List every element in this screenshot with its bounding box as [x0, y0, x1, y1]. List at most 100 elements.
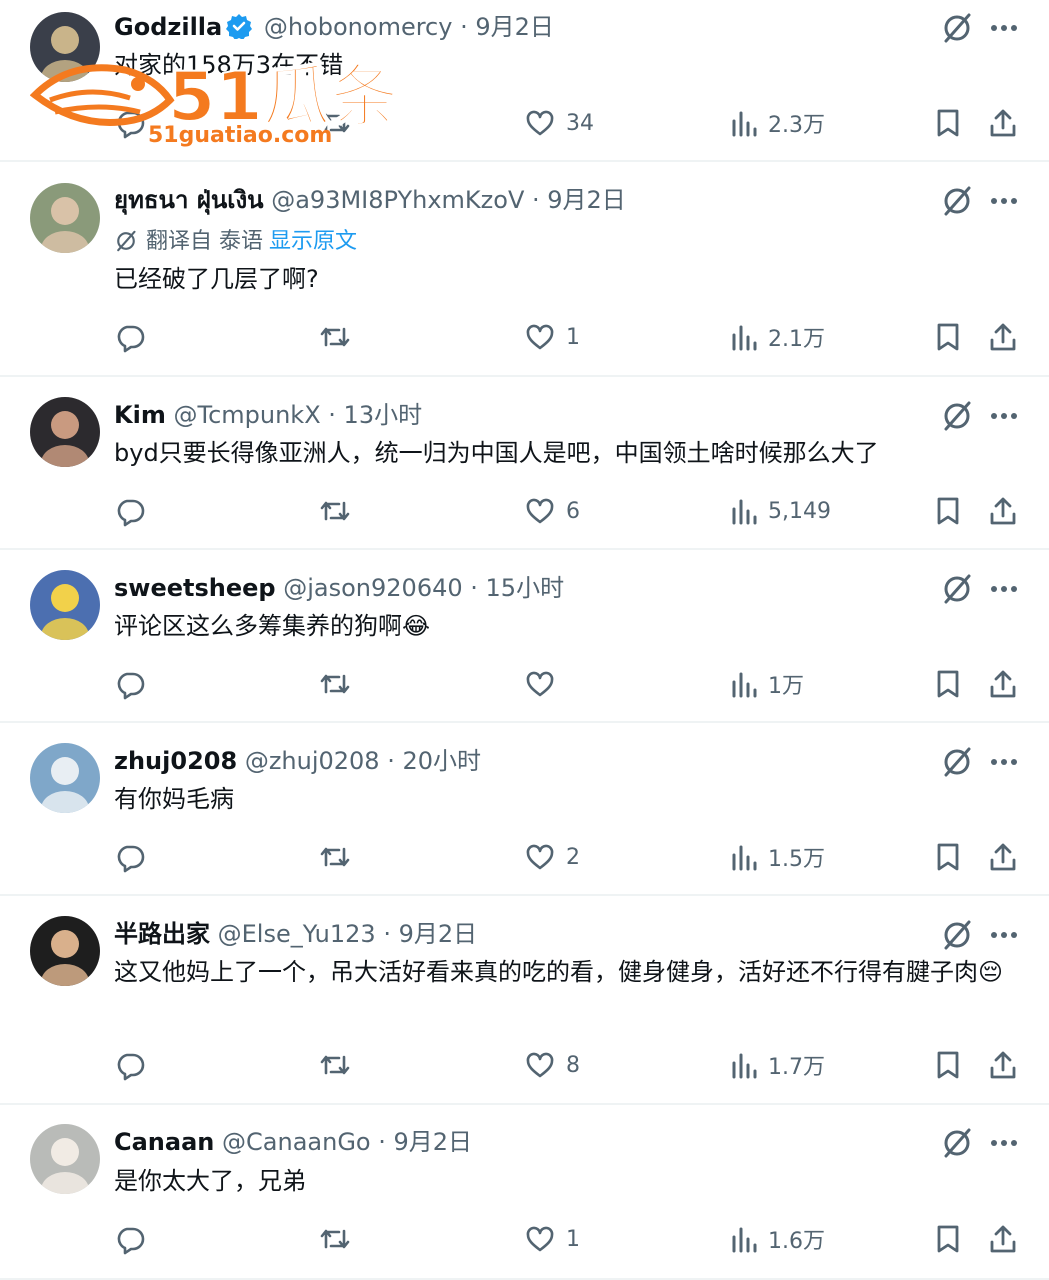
bookmark-button[interactable]: [933, 1045, 963, 1085]
reply-button[interactable]: [114, 103, 156, 143]
bookmark-button[interactable]: [933, 837, 963, 877]
more-icon[interactable]: [988, 572, 1020, 606]
reply-button[interactable]: [114, 837, 156, 877]
share-icon: [990, 323, 1016, 351]
views-button[interactable]: 2.1万: [730, 317, 825, 357]
display-name[interactable]: 半路出家: [114, 920, 210, 948]
avatar[interactable]: [30, 743, 100, 813]
timestamp[interactable]: 9月2日: [394, 1128, 473, 1156]
display-name[interactable]: sweetsheep: [114, 574, 276, 602]
avatar[interactable]: [30, 1124, 100, 1194]
user-handle[interactable]: @a93MI8PYhxmKzoV: [271, 186, 524, 214]
timestamp[interactable]: 9月2日: [475, 13, 554, 41]
display-name[interactable]: Canaan: [114, 1128, 214, 1156]
share-button[interactable]: [987, 664, 1019, 704]
reply-button[interactable]: [114, 491, 156, 531]
tweet[interactable]: Canaan @CanaanGo · 9月2日 是你太大了，兄弟 1 1.6万: [0, 1105, 1049, 1280]
retweet-button[interactable]: [318, 103, 362, 143]
bookmark-button[interactable]: [933, 1219, 963, 1259]
share-button[interactable]: [987, 491, 1019, 531]
tweet[interactable]: zhuj0208 @zhuj0208 · 20小时 有你妈毛病 2 1.5万: [0, 723, 1049, 896]
bookmark-button[interactable]: [933, 664, 963, 704]
views-button[interactable]: 5,149: [730, 491, 831, 531]
like-button[interactable]: 34: [524, 103, 594, 143]
views-button[interactable]: 1.6万: [730, 1219, 825, 1259]
tweet[interactable]: 半路出家 @Else_Yu123 · 9月2日 这又他妈上了一个，吊大活好看来真…: [0, 896, 1049, 1105]
views-button[interactable]: 1.7万: [730, 1045, 825, 1085]
like-button[interactable]: [524, 664, 566, 704]
tweet[interactable]: ยุทธนา ฝุ่นเงิน @a93MI8PYhxmKzoV · 9月2日 …: [0, 162, 1049, 377]
timestamp[interactable]: 9月2日: [547, 186, 626, 214]
more-icon[interactable]: [988, 399, 1020, 433]
retweet-button[interactable]: [318, 837, 362, 877]
show-original-link[interactable]: 显示原文: [269, 229, 357, 254]
timestamp[interactable]: 9月2日: [399, 920, 478, 948]
share-button[interactable]: [987, 837, 1019, 877]
bookmark-button[interactable]: [933, 317, 963, 357]
bookmark-button[interactable]: [933, 103, 963, 143]
grok-icon[interactable]: [940, 572, 974, 606]
timestamp[interactable]: 13小时: [344, 401, 423, 429]
retweet-button[interactable]: [318, 1219, 362, 1259]
tweet[interactable]: sweetsheep @jason920640 · 15小时 评论区这么多筹集养…: [0, 550, 1049, 723]
grok-icon[interactable]: [940, 184, 974, 218]
share-button[interactable]: [987, 103, 1019, 143]
bookmark-button[interactable]: [933, 491, 963, 531]
display-name[interactable]: zhuj0208: [114, 747, 237, 775]
avatar[interactable]: [30, 183, 100, 253]
tweet[interactable]: Godzilla @hobonomercy · 9月2日 对家的158万3在不错: [0, 0, 1049, 162]
share-button[interactable]: [987, 1045, 1019, 1085]
timestamp[interactable]: 15小时: [486, 574, 565, 602]
user-handle[interactable]: @jason920640: [283, 574, 462, 602]
retweet-button[interactable]: [318, 491, 362, 531]
more-icon[interactable]: [988, 1126, 1020, 1160]
share-button[interactable]: [987, 317, 1019, 357]
user-handle[interactable]: @hobonomercy: [264, 13, 453, 41]
like-button[interactable]: 1: [524, 1219, 580, 1259]
like-button[interactable]: 2: [524, 837, 580, 877]
timestamp[interactable]: 20小时: [402, 747, 481, 775]
user-handle[interactable]: @CanaanGo: [222, 1128, 371, 1156]
tweet[interactable]: Kim @TcmpunkX · 13小时 byd只要长得像亚洲人，统一归为中国人…: [0, 377, 1049, 550]
more-icon[interactable]: [988, 184, 1020, 218]
like-button[interactable]: 1: [524, 317, 580, 357]
user-handle[interactable]: @TcmpunkX: [173, 401, 320, 429]
grok-icon[interactable]: [940, 745, 974, 779]
grok-icon[interactable]: [940, 399, 974, 433]
views-button[interactable]: 1万: [730, 664, 804, 704]
reply-button[interactable]: [114, 1045, 156, 1085]
tweet-header: Canaan @CanaanGo · 9月2日: [114, 1124, 472, 1160]
translation-label: 翻译自 泰语: [146, 229, 263, 254]
retweet-button[interactable]: [318, 664, 362, 704]
separator-dot: ·: [470, 574, 486, 602]
user-handle[interactable]: @zhuj0208: [245, 747, 380, 775]
display-name[interactable]: Kim: [114, 401, 166, 429]
avatar[interactable]: [30, 397, 100, 467]
views-button[interactable]: 2.3万: [730, 103, 825, 143]
share-button[interactable]: [987, 1219, 1019, 1259]
avatar[interactable]: [30, 12, 100, 82]
like-button[interactable]: 8: [524, 1045, 580, 1085]
display-name[interactable]: ยุทธนา ฝุ่นเงิน: [114, 186, 264, 214]
like-count: 1: [566, 1226, 580, 1252]
reply-button[interactable]: [114, 1219, 156, 1259]
avatar[interactable]: [30, 570, 100, 640]
reply-button[interactable]: [114, 664, 156, 704]
user-handle[interactable]: @Else_Yu123: [218, 920, 376, 948]
views-button[interactable]: 1.5万: [730, 837, 825, 877]
like-button[interactable]: 6: [524, 491, 580, 531]
grok-icon[interactable]: [940, 918, 974, 952]
tweet-text: 有你妈毛病: [114, 785, 234, 813]
display-name[interactable]: Godzilla: [114, 13, 222, 41]
reply-icon: [117, 111, 145, 139]
more-icon[interactable]: [988, 745, 1020, 779]
retweet-button[interactable]: [318, 1045, 362, 1085]
more-icon[interactable]: [988, 918, 1020, 952]
more-icon[interactable]: [988, 11, 1020, 45]
reply-button[interactable]: [114, 317, 156, 357]
grok-icon[interactable]: [940, 11, 974, 45]
grok-icon[interactable]: [940, 1126, 974, 1160]
avatar[interactable]: [30, 916, 100, 986]
retweet-icon: [320, 501, 350, 521]
retweet-button[interactable]: [318, 317, 362, 357]
